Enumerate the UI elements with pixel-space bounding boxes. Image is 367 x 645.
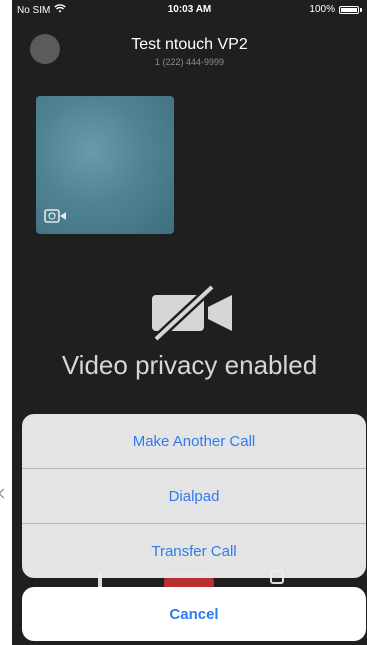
self-view-video[interactable] bbox=[36, 96, 174, 234]
cancel-button[interactable]: Cancel bbox=[22, 587, 366, 641]
make-another-call-button[interactable]: Make Another Call bbox=[22, 414, 366, 469]
dialpad-button[interactable]: Dialpad bbox=[22, 469, 366, 524]
video-off-icon bbox=[150, 281, 232, 348]
battery-icon bbox=[339, 5, 359, 14]
caller-number: 1 (222) 444-9999 bbox=[154, 57, 225, 67]
status-right: 100% bbox=[309, 4, 362, 15]
switch-camera-icon[interactable] bbox=[44, 208, 68, 224]
call-screen: No SIM 10:03 AM 100% Test ntouch VP2 1 (… bbox=[12, 0, 367, 645]
action-sheet: Make Another Call Dialpad Transfer Call bbox=[22, 414, 366, 578]
privacy-message: Video privacy enabled bbox=[61, 350, 318, 380]
caller-name: Test ntouch VP2 bbox=[131, 36, 248, 53]
battery-percent: 100% bbox=[309, 4, 335, 15]
status-bar: No SIM 10:03 AM 100% bbox=[12, 0, 367, 20]
edge-artifact bbox=[0, 488, 9, 499]
transfer-call-button[interactable]: Transfer Call bbox=[22, 524, 366, 578]
battery-tip bbox=[360, 7, 362, 12]
